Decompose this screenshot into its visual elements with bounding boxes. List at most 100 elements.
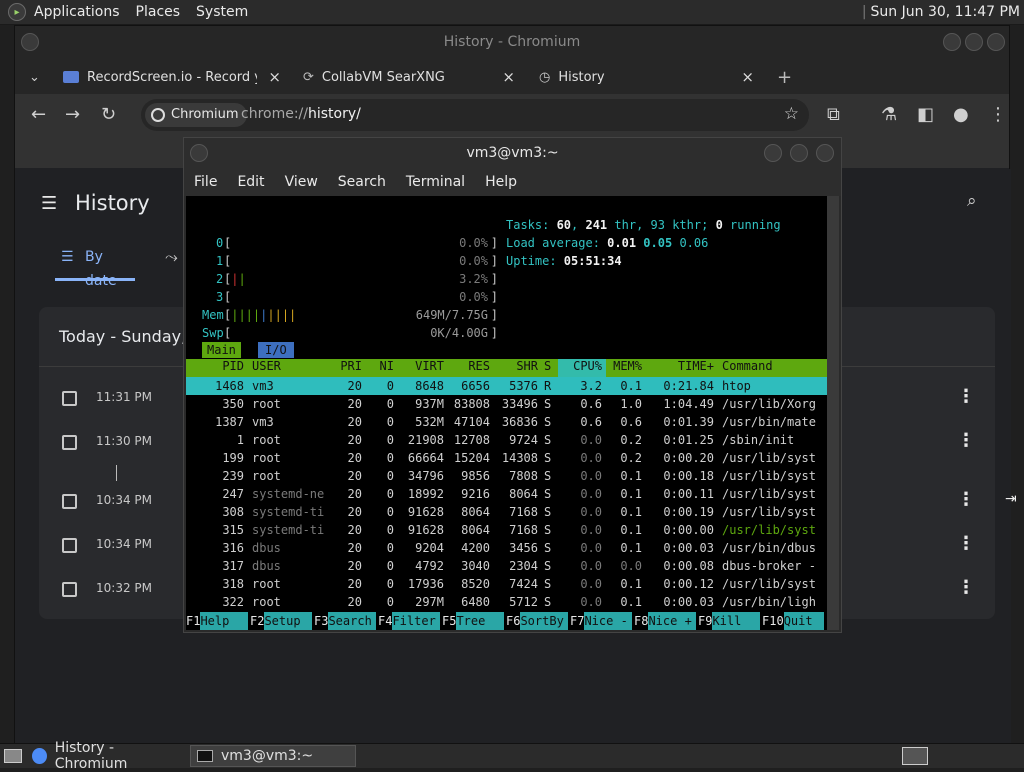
fkey-search[interactable]: F3Search (314, 612, 377, 630)
close-button[interactable] (816, 144, 834, 162)
tab-label: RecordScreen.io - Record you (87, 69, 257, 85)
terminal-titlebar[interactable]: vm3@vm3:~ (184, 138, 841, 168)
forward-arrow-icon[interactable]: → (65, 104, 80, 125)
workspace-switcher-icon[interactable] (902, 747, 928, 765)
fkey-help[interactable]: F1Help (186, 612, 249, 630)
back-arrow-icon[interactable]: ← (31, 104, 46, 125)
fkey-nice[interactable]: F7Nice - (570, 612, 633, 630)
fkey-setup[interactable]: F2Setup (250, 612, 313, 630)
places-menu[interactable]: Places (128, 4, 189, 20)
process-row[interactable]: 318 root 20 0 17936 8520 7424 S 0.0 0.1 0:00.12/us… (186, 575, 827, 593)
reload-icon[interactable]: ↻ (101, 104, 116, 125)
labs-flask-icon[interactable]: ⚗ (881, 104, 897, 125)
process-row[interactable]: 1387 vm3 20 0 532M 47104 36836 S 0.6 0.6 0:01.39/u… (186, 413, 827, 431)
menu-edit[interactable]: Edit (227, 174, 274, 190)
menu-terminal[interactable]: Terminal (396, 174, 475, 190)
function-key-bar: F1Help F2Setup F3Search F4Filter F5Tree F6Sor… (186, 612, 827, 630)
window-menu-button[interactable] (21, 33, 39, 51)
row-menu-icon[interactable]: ⋮ (957, 577, 975, 598)
chromium-titlebar[interactable]: History - Chromium (15, 26, 1009, 58)
cell-cmd: /usr/lib/syst (722, 451, 816, 465)
row-checkbox[interactable] (62, 435, 77, 450)
fkey-sortby[interactable]: F6SortBy (506, 612, 569, 630)
cell-pri: 20 (347, 469, 362, 483)
tab-history[interactable]: ◷ History × (539, 62, 754, 92)
row-checkbox[interactable] (62, 494, 77, 509)
row-menu-icon[interactable]: ⋮ (957, 489, 975, 510)
cell-shr: 9724 (509, 433, 538, 447)
url-text[interactable]: chrome://history/ (241, 106, 361, 122)
cell-time: 0:00.03 (663, 541, 714, 555)
menu-help[interactable]: Help (475, 174, 527, 190)
close-tab-icon[interactable]: × (502, 68, 515, 86)
row-checkbox[interactable] (62, 391, 77, 406)
system-menu[interactable]: System (188, 4, 256, 20)
maximize-button[interactable] (965, 33, 983, 51)
process-table-header[interactable]: PID USER PRI NI VIRT RES SHR S CPU% MEM% TIME+ Comm… (186, 359, 827, 377)
extensions-icon[interactable]: ⧉ (827, 104, 840, 125)
cell-pri: 20 (347, 559, 362, 573)
process-row[interactable]: 199 root 20 0 66664 15204 14308 S 0.0 0.2 0:00.20 /… (186, 449, 827, 467)
tab-searxng[interactable]: ⟳ CollabVM SearXNG × (303, 62, 515, 92)
kebab-menu-icon[interactable]: ⋮ (989, 104, 1007, 125)
fkey-filter[interactable]: F4Filter (378, 612, 441, 630)
process-row[interactable]: 350 root 20 0 937M 83808 33496 S 0.6 1.0 1:04.49/u… (186, 395, 827, 413)
menu-view[interactable]: View (275, 174, 328, 190)
cell-s: S (544, 595, 552, 609)
tab-io[interactable]: I/O (258, 342, 294, 358)
tab-by-group-icon[interactable]: ⤳ (165, 247, 178, 267)
process-row[interactable]: 247 systemd-ne 20 0 18992 9216 8064 S 0.0 0.1 0:00… (186, 485, 827, 503)
site-chip[interactable]: Chromium (145, 103, 247, 127)
row-menu-icon[interactable]: ⋮ (957, 533, 975, 554)
taskbar-item-chromium[interactable]: History - Chromium (26, 740, 186, 772)
mate-logo-icon[interactable]: ▸ (8, 3, 26, 21)
window-menu-button[interactable] (190, 144, 208, 162)
row-checkbox[interactable] (62, 538, 77, 553)
row-menu-icon[interactable]: ⋮ (957, 430, 975, 451)
close-button[interactable] (987, 33, 1005, 51)
applications-menu[interactable]: Applications (26, 4, 128, 20)
fkey-quit[interactable]: F10Quit (762, 612, 824, 630)
hamburger-menu-icon[interactable]: ☰ (41, 193, 57, 214)
taskbar-item-terminal[interactable]: vm3@vm3:~ (190, 745, 356, 767)
tab-strip: ⌄ RecordScreen.io - Record you × ⟳ Colla… (15, 58, 1009, 94)
process-row[interactable]: 239 root 20 0 34796 9856 7808 S 0.0 0.1 0:00.18/us… (186, 467, 827, 485)
terminal-scrollbar[interactable] (827, 196, 839, 630)
tab-recordscreen[interactable]: RecordScreen.io - Record you × (63, 62, 281, 92)
clock[interactable]: | Sun Jun 30, 11:47 PM (862, 4, 1024, 20)
row-checkbox[interactable] (62, 582, 77, 597)
process-row[interactable]: 1468 vm3 20 0 8648 6656 5376 R 3.2 0.1 0:21.84 htop (186, 377, 827, 395)
show-desktop-icon[interactable] (4, 749, 22, 763)
cell-mem: 0.0 (620, 559, 642, 573)
process-row[interactable]: 316 dbus 20 0 9204 4200 3456 S 0.0 0.1 0:00.03/usr… (186, 539, 827, 557)
new-tab-icon[interactable]: + (777, 62, 792, 92)
fkey-kill[interactable]: F9Kill (698, 612, 761, 630)
close-tab-icon[interactable]: × (741, 68, 754, 86)
fkey-nice[interactable]: F8Nice + (634, 612, 697, 630)
tab-by-date[interactable]: ☰ By date (55, 245, 135, 289)
process-row[interactable]: 1 root 20 0 21908 12708 9724 S 0.0 0.2 0:01.25/sbi… (186, 431, 827, 449)
row-menu-icon[interactable]: ⋮ (957, 386, 975, 407)
process-row[interactable]: 315 systemd-ti 20 0 91628 8064 7168 S 0.0 0.1 0:00… (186, 521, 827, 539)
address-bar[interactable]: Chromium chrome://history/ ☆ (141, 99, 809, 131)
bookmark-star-icon[interactable]: ☆ (784, 104, 799, 124)
cell-s: S (544, 523, 552, 537)
minimize-button[interactable] (943, 33, 961, 51)
cell-mem: 0.1 (620, 487, 642, 501)
search-icon[interactable]: ⌕ (967, 191, 977, 211)
process-row[interactable]: 322 root 20 0 297M 6480 5712 S 0.0 0.1 0:00.03/usr… (186, 593, 827, 611)
process-row[interactable]: 317 dbus 20 0 4792 3040 2304 S 0.0 0.0 0:00.08 dbus… (186, 557, 827, 575)
fkey-tree[interactable]: F5Tree (442, 612, 505, 630)
menu-search[interactable]: Search (328, 174, 396, 190)
menu-file[interactable]: File (184, 174, 227, 190)
close-tab-icon[interactable]: × (268, 68, 281, 86)
tab-main[interactable]: Main (202, 342, 241, 358)
process-row[interactable]: 308 systemd-ti 20 0 91628 8064 7168 S 0.0 0.1 0:00… (186, 503, 827, 521)
maximize-button[interactable] (790, 144, 808, 162)
tab-search-icon[interactable]: ⌄ (29, 62, 45, 92)
window-title: History - Chromium (443, 34, 581, 50)
htop-screen[interactable]: 0[0.0%] 1[0.0%] 2 [|| 3.2%] 3[0.0%] Mem [||… (186, 196, 827, 630)
minimize-button[interactable] (764, 144, 782, 162)
profile-avatar-icon[interactable]: ● (953, 104, 969, 125)
side-panel-icon[interactable]: ◧ (917, 104, 934, 125)
